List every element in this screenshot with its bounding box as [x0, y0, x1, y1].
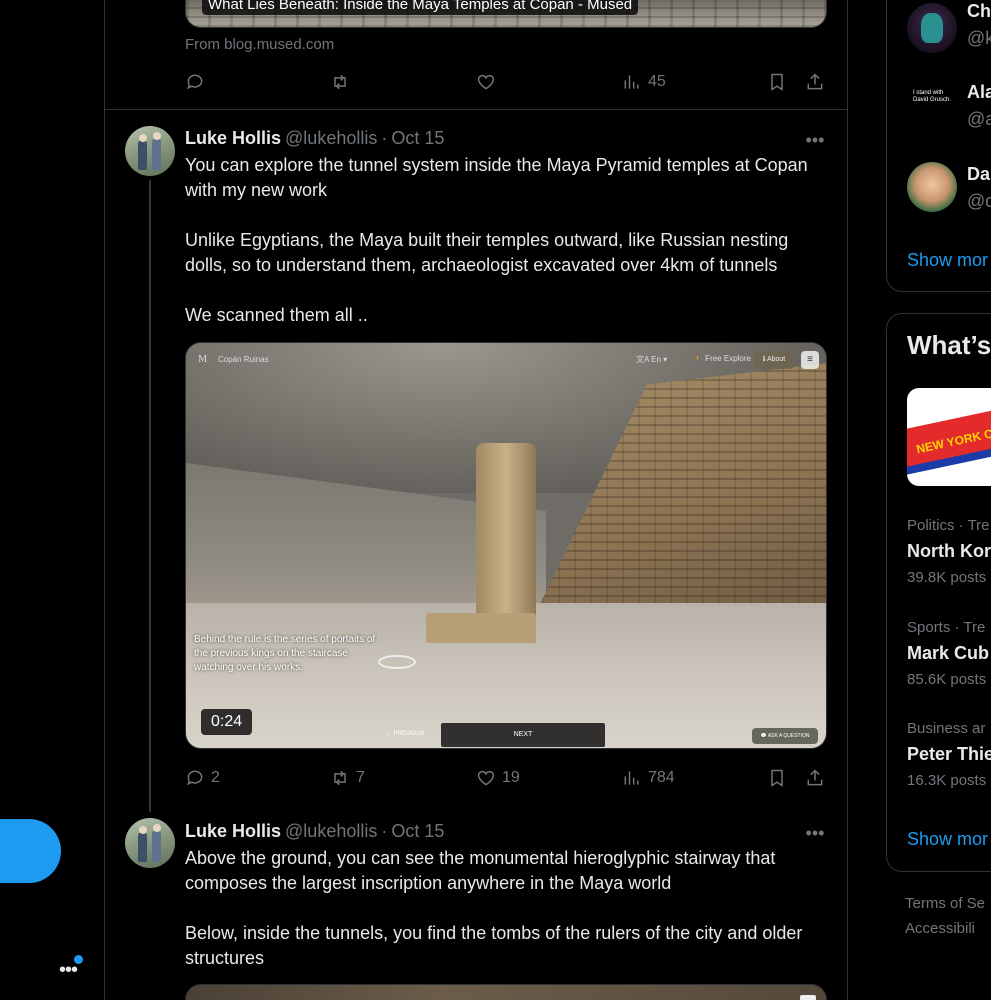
video-previous-label: ← PREVIOUS [386, 731, 425, 737]
video-topbar: M Copán Ruinas 文A En ▾ 🚶 Free Explore ℹ … [186, 343, 826, 377]
reply-icon [187, 74, 203, 90]
avatar[interactable] [125, 126, 175, 176]
share-button[interactable] [805, 766, 825, 790]
bookmark-button[interactable] [767, 70, 787, 94]
trend-title[interactable]: North Kor [907, 541, 991, 562]
tweet-actions: 45 [185, 70, 827, 94]
terms-link[interactable]: Terms of Se [905, 895, 985, 912]
views-icon [624, 771, 639, 785]
mused-logo: M [198, 355, 208, 365]
views-icon [624, 75, 639, 89]
bookmark-icon [771, 769, 783, 787]
thread-line [149, 180, 151, 812]
repost-icon [334, 74, 346, 90]
trend-meta: Business ar [907, 720, 986, 737]
trend-meta: Sports · Tre [907, 619, 986, 636]
tweet-media[interactable] [185, 984, 827, 1000]
whats-happening-panel: What’s NEW YORK COMIC CON Politics · Tre… [886, 313, 991, 872]
follow-name[interactable]: Da [967, 164, 990, 185]
avatar[interactable]: I stand with David Grusch. [907, 79, 957, 129]
right-sidebar: Ch @k I stand with David Grusch. Ala @a … [886, 0, 991, 1000]
post-button[interactable] [0, 819, 61, 883]
timeline: What Lies Beneath: Inside the Maya Templ… [104, 0, 848, 1000]
trend-meta: Politics · Tre [907, 517, 990, 534]
avatar[interactable] [907, 162, 957, 212]
heart-icon [477, 74, 495, 90]
video-caption: Behind the rule is the series of portait… [194, 634, 376, 673]
follow-name[interactable]: Ch [967, 1, 991, 22]
follow-handle[interactable]: @a [967, 109, 991, 130]
reply-icon [187, 770, 203, 786]
author-name[interactable]: Luke Hollis [185, 128, 281, 148]
video-next-label: NEXT [441, 723, 605, 747]
reply-button[interactable] [185, 70, 205, 94]
repost-button[interactable] [330, 70, 350, 94]
tweet-text: You can explore the tunnel system inside… [185, 155, 808, 325]
author-handle[interactable]: @lukehollis [285, 821, 377, 841]
repost-icon [334, 770, 346, 786]
follow-handle[interactable]: @k [967, 28, 991, 49]
tweet-header: Luke Hollis @lukehollis · Oct 15 [185, 128, 444, 149]
ask-question-label: 💬 ASK A QUESTION [752, 728, 818, 744]
panel-title: What’s [907, 330, 991, 360]
event-image[interactable]: NEW YORK COMIC CON [907, 388, 991, 486]
free-explore-label: 🚶 Free Explore [693, 354, 751, 363]
show-more-link[interactable]: Show mor [907, 250, 988, 271]
share-icon [807, 73, 823, 90]
tweet-actions: 2 7 19 784 [185, 766, 827, 790]
trend-count: 16.3K posts [907, 772, 987, 789]
tweet-date[interactable]: Oct 15 [391, 821, 444, 841]
author-name[interactable]: Luke Hollis [185, 821, 281, 841]
video-site-title: Copán Ruinas [218, 355, 269, 364]
who-to-follow-panel: Ch @k I stand with David Grusch. Ala @a … [886, 0, 991, 292]
views-count: 45 [648, 73, 666, 90]
link-card-title: What Lies Beneath: Inside the Maya Templ… [202, 0, 639, 15]
like-button[interactable] [476, 70, 496, 94]
heart-icon [477, 770, 495, 786]
follow-handle[interactable]: @d [967, 191, 991, 212]
bookmark-icon [771, 73, 783, 91]
reply-button[interactable]: 2 [185, 766, 220, 790]
trend-title[interactable]: Peter Thie [907, 744, 991, 765]
views-button[interactable]: 45 [622, 70, 666, 94]
left-nav-rail: ••• [0, 0, 104, 1000]
bookmark-button[interactable] [767, 766, 787, 790]
like-count: 19 [502, 769, 520, 786]
menu-icon: ≡ [801, 351, 819, 369]
author-handle[interactable]: @lukehollis [285, 128, 377, 148]
tweet-divider [105, 109, 847, 110]
repost-button[interactable]: 7 [330, 766, 365, 790]
tweet-video[interactable]: M Copán Ruinas 文A En ▾ 🚶 Free Explore ℹ … [185, 342, 827, 749]
show-more-link[interactable]: Show mor [907, 829, 988, 850]
repost-count: 7 [356, 769, 365, 786]
separator: · [381, 821, 388, 841]
notification-dot [74, 955, 83, 964]
link-card-image[interactable]: What Lies Beneath: Inside the Maya Templ… [185, 0, 827, 28]
avatar[interactable] [125, 818, 175, 868]
share-icon [807, 769, 823, 786]
share-button[interactable] [805, 70, 825, 94]
about-label: ℹ About [754, 351, 794, 369]
tweet-text: Above the ground, you can see the monume… [185, 848, 803, 968]
reply-count: 2 [211, 769, 220, 786]
video-duration: 0:24 [201, 709, 253, 735]
avatar-text: I stand with David Grusch. [913, 90, 952, 103]
separator: · [381, 128, 388, 148]
tweet-date[interactable]: Oct 15 [391, 128, 444, 148]
trend-count: 85.6K posts [907, 671, 987, 688]
views-count: 784 [648, 769, 675, 786]
avatar[interactable] [907, 3, 957, 53]
tweet-header: Luke Hollis @lukehollis · Oct 15 [185, 821, 444, 842]
trend-title[interactable]: Mark Cub [907, 643, 989, 664]
views-button[interactable]: 784 [622, 766, 675, 790]
language-selector: 文A En ▾ [636, 355, 668, 364]
like-button[interactable]: 19 [476, 766, 520, 790]
trend-count: 39.8K posts [907, 569, 987, 586]
follow-name[interactable]: Ala [967, 82, 991, 103]
link-card-source[interactable]: From blog.mused.com [185, 36, 334, 53]
accessibility-link[interactable]: Accessibili [905, 920, 975, 937]
